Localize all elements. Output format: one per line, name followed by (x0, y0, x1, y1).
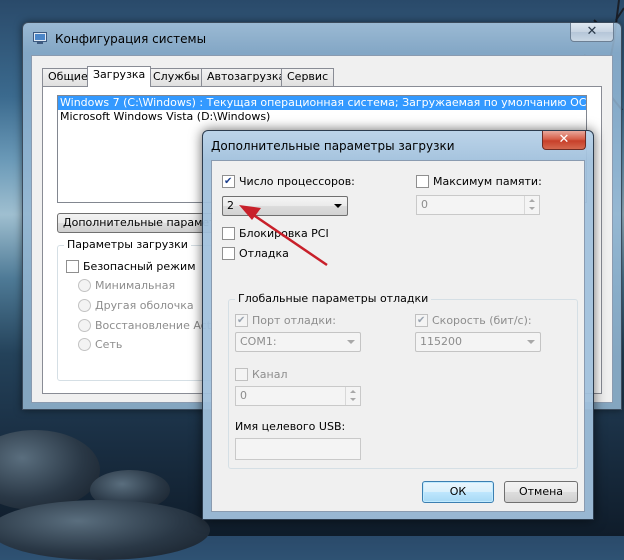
spinner-buttons[interactable] (345, 387, 360, 405)
debug-port-checkbox[interactable] (235, 314, 248, 327)
window-title: Конфигурация системы (55, 32, 207, 46)
ok-button[interactable]: ОК (422, 481, 494, 503)
spin-up-icon (529, 199, 535, 202)
debug-port-select[interactable]: COM1: (235, 332, 361, 352)
tab-boot[interactable]: Загрузка (87, 66, 152, 87)
max-memory-row[interactable]: Максимум памяти: (416, 175, 542, 188)
radio-ad-repair[interactable] (78, 319, 91, 332)
channel-row[interactable]: Канал (235, 368, 288, 381)
baud-rate-label: Скорость (бит/с): (432, 314, 532, 327)
usb-target-input[interactable] (235, 438, 361, 460)
spin-down-icon (350, 398, 356, 401)
usb-target-label-row: Имя целевого USB: (235, 420, 345, 433)
debug-label: Отладка (239, 247, 289, 260)
debug-port-label: Порт отладки: (252, 314, 336, 327)
close-icon: ✕ (586, 24, 598, 39)
debug-settings-legend: Глобальные параметры отладки (235, 292, 432, 305)
baud-rate-row[interactable]: Скорость (бит/с): (415, 314, 532, 327)
pci-lock-row[interactable]: Блокировка PCI (222, 227, 329, 240)
tab-services[interactable]: Службы (147, 68, 206, 86)
debug-checkbox[interactable] (222, 247, 235, 260)
max-memory-value: 0 (421, 198, 428, 211)
dialog-client-area: Число процессоров: 2 Максимум памяти: 0 … (211, 160, 585, 512)
advanced-boot-options-dialog: Дополнительные параметры загрузки ✕ Числ… (202, 130, 594, 520)
tab-startup[interactable]: Автозагрузка (201, 68, 292, 86)
num-processors-label: Число процессоров: (239, 175, 355, 188)
rock-decoration (0, 500, 210, 560)
radio-alt-shell-label: Другая оболочка (95, 299, 194, 312)
channel-spinner[interactable]: 0 (235, 386, 361, 406)
tab-tools[interactable]: Сервис (281, 68, 335, 86)
pci-lock-label: Блокировка PCI (239, 227, 329, 240)
radio-minimal-row[interactable]: Минимальная (78, 279, 175, 292)
usb-target-label: Имя целевого USB: (235, 420, 346, 433)
baud-rate-value: 115200 (420, 335, 462, 348)
debug-port-row[interactable]: Порт отладки: (235, 314, 336, 327)
cancel-button[interactable]: Отмена (504, 481, 578, 503)
num-processors-checkbox[interactable] (222, 175, 235, 188)
close-icon: ✕ (558, 132, 570, 147)
debug-port-value: COM1: (240, 335, 277, 348)
num-processors-select[interactable]: 2 (222, 196, 348, 216)
safe-mode-checkbox[interactable] (66, 260, 79, 273)
max-memory-spinner[interactable]: 0 (416, 195, 540, 215)
dialog-close-button[interactable]: ✕ (542, 131, 586, 150)
max-memory-label: Максимум памяти: (433, 175, 542, 188)
num-processors-row[interactable]: Число процессоров: (222, 175, 355, 188)
chevron-down-icon (347, 340, 355, 344)
channel-checkbox[interactable] (235, 368, 248, 381)
chevron-down-icon (334, 204, 342, 208)
spin-up-icon (350, 390, 356, 393)
num-processors-value: 2 (227, 199, 234, 212)
radio-network-row[interactable]: Сеть (78, 338, 122, 351)
radio-minimal-label: Минимальная (95, 279, 176, 292)
debug-row[interactable]: Отладка (222, 247, 289, 260)
safe-mode-label: Безопасный режим (83, 260, 196, 273)
rock-decoration (0, 430, 100, 510)
boot-options-legend: Параметры загрузки (64, 238, 191, 251)
global-debug-settings-group: Глобальные параметры отладки Порт отладк… (228, 292, 578, 469)
max-memory-checkbox[interactable] (416, 175, 429, 188)
channel-label: Канал (252, 368, 288, 381)
baud-rate-select[interactable]: 115200 (415, 332, 541, 352)
list-item[interactable]: Windows 7 (C:\Windows) : Текущая операци… (58, 96, 586, 110)
baud-rate-checkbox[interactable] (415, 314, 428, 327)
pci-lock-checkbox[interactable] (222, 227, 235, 240)
dialog-title: Дополнительные параметры загрузки (211, 139, 455, 153)
radio-network-label: Сеть (95, 338, 123, 351)
chevron-down-icon (527, 340, 535, 344)
list-item[interactable]: Microsoft Windows Vista (D:\Windows) (58, 110, 586, 124)
tab-general[interactable]: Общие (42, 68, 94, 86)
radio-minimal[interactable] (78, 279, 91, 292)
close-button[interactable]: ✕ (570, 23, 614, 42)
radio-alt-shell-row[interactable]: Другая оболочка (78, 299, 194, 312)
radio-network[interactable] (78, 338, 91, 351)
spin-down-icon (529, 207, 535, 210)
spinner-buttons[interactable] (524, 196, 539, 214)
radio-alt-shell[interactable] (78, 299, 91, 312)
msconfig-icon (33, 32, 47, 44)
channel-value: 0 (240, 389, 247, 402)
safe-mode-row[interactable]: Безопасный режим (66, 260, 196, 273)
